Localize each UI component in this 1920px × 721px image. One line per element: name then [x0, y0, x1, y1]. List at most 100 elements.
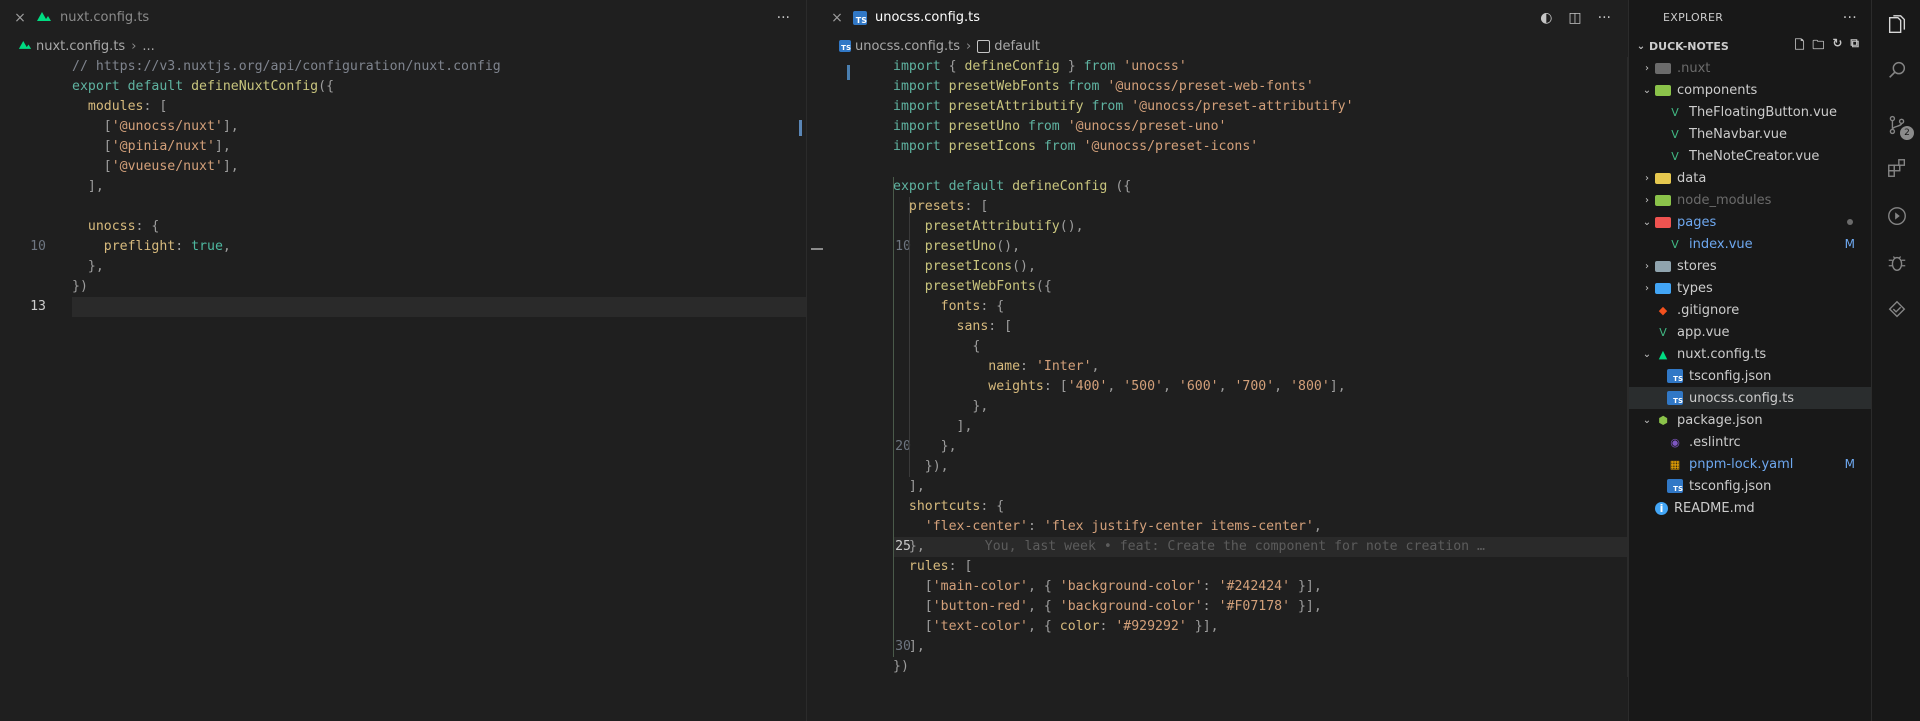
timeline-icon[interactable]: ◐ [1540, 10, 1552, 26]
code-line[interactable]: ['@unocss/nuxt'], [0, 117, 806, 137]
code-line[interactable]: presetAttributify(), [807, 217, 1627, 237]
code-line[interactable]: 13 [30, 297, 806, 317]
tree-file[interactable]: i README.md [1629, 497, 1871, 519]
chevron-right-icon: › [1645, 282, 1649, 294]
code-line[interactable]: }) [807, 657, 1627, 677]
tree-folder[interactable]: ⌄ ▬ pages [1629, 211, 1871, 233]
tree-file[interactable]: TS unocss.config.ts [1629, 387, 1871, 409]
code-line[interactable]: name: 'Inter', [807, 357, 1627, 377]
code-line[interactable] [0, 197, 806, 217]
code-line[interactable]: presetWebFonts({ [807, 277, 1627, 297]
tree-folder[interactable]: › ▬ stores [1629, 255, 1871, 277]
code-line[interactable]: ], [0, 177, 806, 197]
code-text: }, [72, 257, 104, 277]
code-editor[interactable]: // https://v3.nuxtjs.org/api/configurati… [0, 57, 806, 721]
tree-file[interactable]: V TheFloatingButton.vue [1629, 101, 1871, 123]
code-text: import presetIcons from '@unocss/preset-… [893, 137, 1258, 157]
code-line[interactable]: import presetUno from '@unocss/preset-un… [807, 117, 1627, 137]
tree-file[interactable]: Vindex.vue M [1629, 233, 1871, 255]
code-line[interactable]: rules: [ [807, 557, 1627, 577]
refresh-icon[interactable]: ↻ [1832, 36, 1842, 57]
code-line[interactable]: import presetIcons from '@unocss/preset-… [807, 137, 1627, 157]
code-line[interactable]: export default defineNuxtConfig({ [0, 77, 806, 97]
code-line[interactable]: 'flex-center': 'flex justify-center item… [807, 517, 1627, 537]
tree-folder[interactable]: ⌄ ▲ nuxt.config.ts [1629, 343, 1871, 365]
code-line[interactable]: // https://v3.nuxtjs.org/api/configurati… [0, 57, 806, 77]
run-icon[interactable] [1884, 203, 1910, 229]
close-icon[interactable]: × [12, 10, 28, 26]
code-line[interactable]: }, [0, 257, 806, 277]
breadcrumb-symbol[interactable]: ... [142, 39, 154, 54]
new-file-icon[interactable]: 🗋 [1795, 36, 1805, 57]
overview-marker [811, 248, 823, 250]
code-line[interactable]: sans: [ [807, 317, 1627, 337]
code-line[interactable]: presets: [ [807, 197, 1627, 217]
vue-icon: V [1671, 127, 1679, 141]
code-line[interactable]: export default defineConfig ({ [807, 177, 1627, 197]
new-folder-icon[interactable]: 🗀 [1812, 36, 1824, 57]
code-line[interactable]: ['main-color', { 'background-color': '#2… [807, 577, 1627, 597]
tree-file[interactable]: V TheNoteCreator.vue [1629, 145, 1871, 167]
code-line[interactable]: }) [0, 277, 806, 297]
code-line[interactable]: ['@vueuse/nuxt'], [0, 157, 806, 177]
split-editor-icon[interactable]: ◫ [1568, 10, 1581, 26]
code-line[interactable]: 30 ], [807, 637, 1627, 657]
more-actions-icon[interactable]: ··· [1598, 10, 1611, 26]
code-line[interactable]: }, [807, 397, 1627, 417]
code-line[interactable]: unocss: { [0, 217, 806, 237]
breadcrumb-symbol[interactable]: default [994, 39, 1040, 54]
tree-file[interactable]: TS tsconfig.json [1629, 475, 1871, 497]
tree-folder[interactable]: › ▬ data [1629, 167, 1871, 189]
tab-nuxt-config[interactable]: × nuxt.config.ts [0, 0, 161, 35]
code-line[interactable]: modules: [ [0, 97, 806, 117]
code-line[interactable]: 25 }, You, last week • feat: Create the c… [893, 537, 1627, 557]
tab-unocss-config[interactable]: × TS unocss.config.ts [817, 0, 992, 35]
tree-file[interactable]: V TheNavbar.vue [1629, 123, 1871, 145]
code-line[interactable]: 10 preflight: true, [0, 237, 806, 257]
code-line[interactable]: ['text-color', { color: '#929292' }], [807, 617, 1627, 637]
code-line[interactable]: import presetWebFonts from '@unocss/pres… [807, 77, 1627, 97]
remote-icon[interactable] [1884, 297, 1910, 323]
more-actions-icon[interactable]: ··· [777, 10, 790, 26]
tree-file[interactable]: ▦ pnpm-lock.yaml M [1629, 453, 1871, 475]
tree-folder[interactable]: › ▬ types [1629, 277, 1871, 299]
code-line[interactable]: presetIcons(), [807, 257, 1627, 277]
code-line[interactable]: ], [807, 477, 1627, 497]
tree-file[interactable]: Vapp.vue [1629, 321, 1871, 343]
tree-folder[interactable]: › ▬ .nuxt [1629, 57, 1871, 79]
code-line[interactable] [807, 157, 1627, 177]
code-line[interactable]: import { defineConfig } from 'unocss' [807, 57, 1627, 77]
tree-folder[interactable]: › ▬ node_modules [1629, 189, 1871, 211]
code-line[interactable]: 10 presetUno(), [807, 237, 1627, 257]
code-line[interactable]: weights: ['400', '500', '600', '700', '8… [807, 377, 1627, 397]
tree-file[interactable]: ◆ .gitignore [1629, 299, 1871, 321]
code-editor[interactable]: import { defineConfig } from 'unocss' imp… [807, 57, 1627, 721]
breadcrumb-file[interactable]: unocss.config.ts [855, 39, 960, 54]
code-line[interactable]: ], [807, 417, 1627, 437]
code-line[interactable]: { [807, 337, 1627, 357]
collapse-all-icon[interactable]: ⧉ [1850, 36, 1859, 57]
code-line[interactable]: shortcuts: { [807, 497, 1627, 517]
code-line[interactable]: ['button-red', { 'background-color': '#F… [807, 597, 1627, 617]
code-line[interactable]: }), [807, 457, 1627, 477]
tree-folder[interactable]: ⌄ ▬ components [1629, 79, 1871, 101]
breadcrumb-file[interactable]: nuxt.config.ts [36, 39, 125, 54]
more-actions-icon[interactable]: ··· [1843, 10, 1857, 26]
files-icon[interactable] [1884, 12, 1910, 38]
extensions-icon[interactable] [1884, 155, 1910, 181]
scm-badge: 2 [1900, 126, 1914, 140]
workspace-root[interactable]: ⌄ DUCK-NOTES 🗋 🗀 ↻ ⧉ [1629, 35, 1871, 57]
code-token: presetUno [948, 119, 1028, 134]
tree-file[interactable]: ◉ .eslintrc [1629, 431, 1871, 453]
code-line[interactable]: fonts: { [807, 297, 1627, 317]
source-control-icon[interactable]: 2 [1884, 112, 1914, 140]
tree-folder[interactable]: ⌄ ⬢ package.json [1629, 409, 1871, 431]
code-line[interactable]: 20 }, [807, 437, 1627, 457]
tree-file[interactable]: TS tsconfig.json [1629, 365, 1871, 387]
debug-icon[interactable] [1884, 250, 1910, 276]
close-icon[interactable]: × [829, 10, 845, 26]
search-icon[interactable] [1884, 57, 1910, 83]
code-token: ({ [1035, 279, 1052, 294]
code-line[interactable]: import presetAttributify from '@unocss/p… [807, 97, 1627, 117]
code-line[interactable]: ['@pinia/nuxt'], [0, 137, 806, 157]
